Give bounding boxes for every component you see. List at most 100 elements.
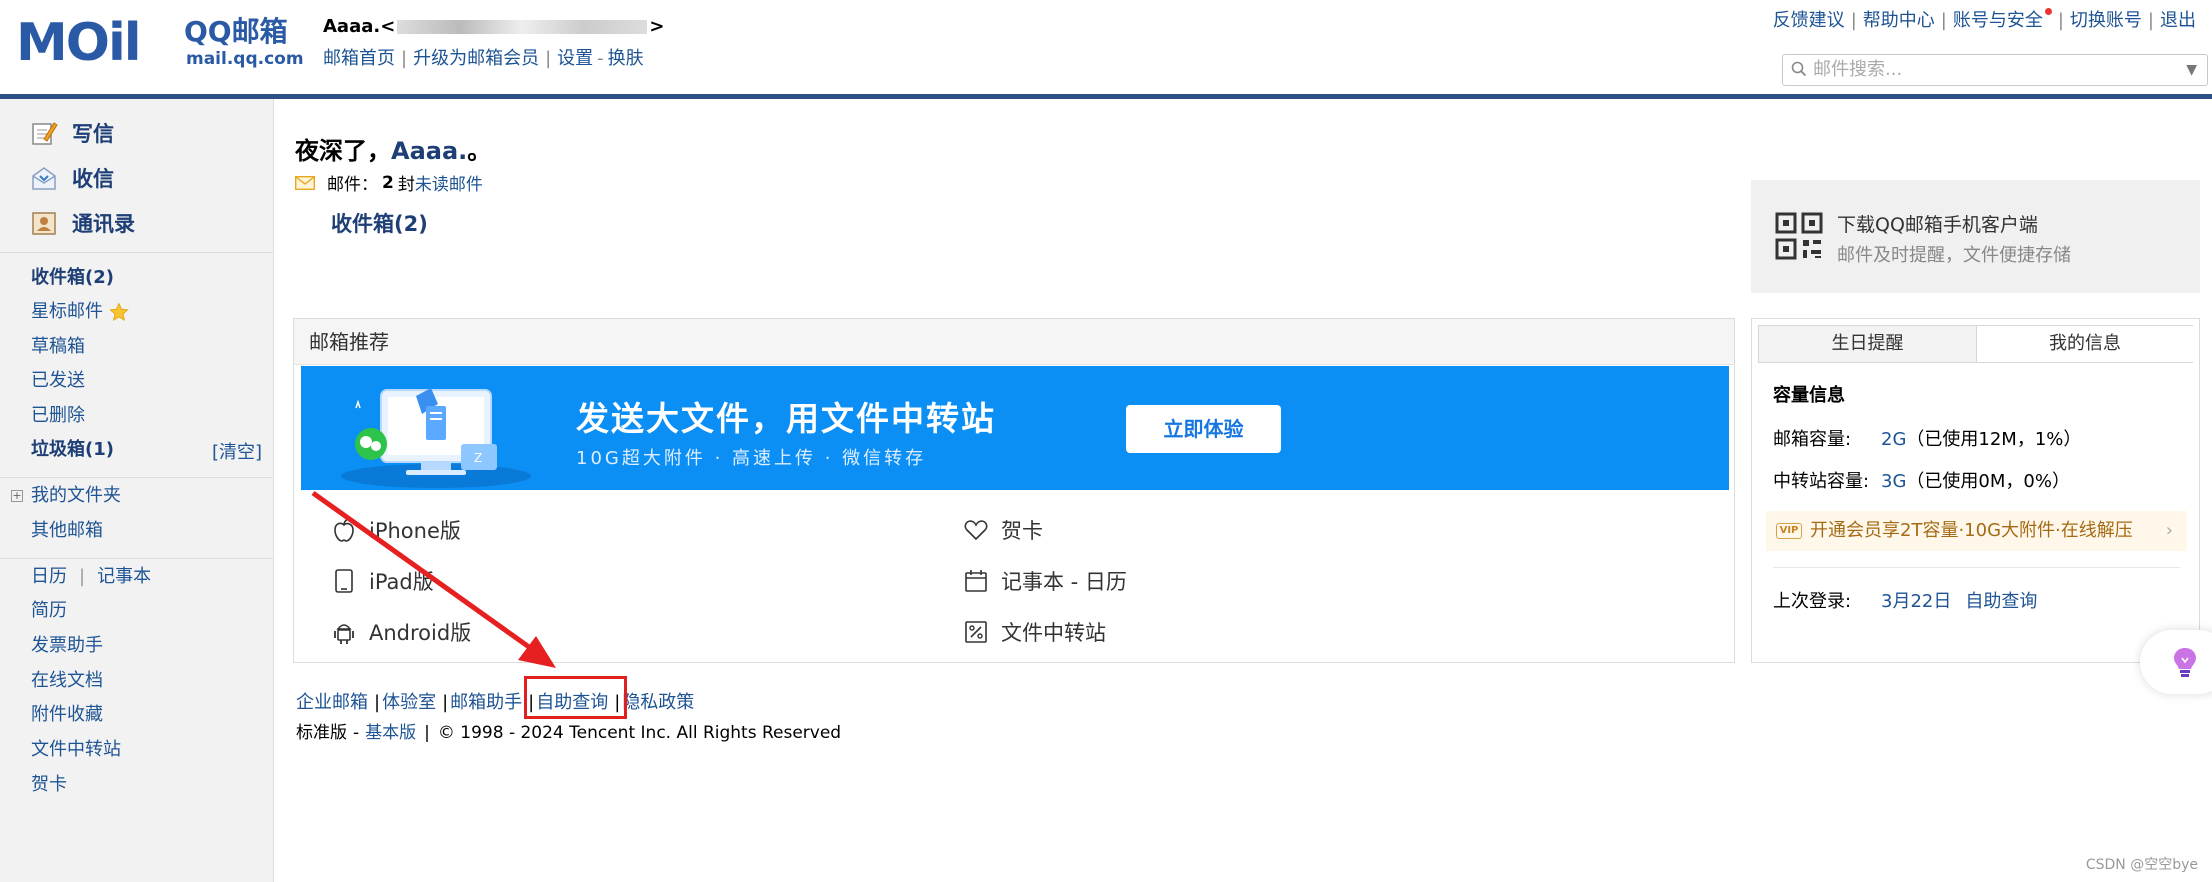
sidebar-item-calendar[interactable]: 日历: [31, 566, 67, 587]
expand-folders-icon[interactable]: +: [11, 490, 23, 502]
app-ipad[interactable]: iPad版: [331, 566, 434, 596]
mail-search-input[interactable]: 邮件搜索... ▼: [1782, 54, 2208, 86]
star-icon: [109, 302, 129, 322]
sidebar-item-notes[interactable]: 记事本: [97, 566, 151, 587]
greeting: 夜深了，Aaaa.。: [295, 131, 491, 166]
file-transfer-banner[interactable]: Z 发送大文件，用文件中转站 10G超大附件 · 高速上传 · 微信转存 立即体…: [301, 366, 1729, 490]
file-transfer-label: 文件中转站: [1001, 621, 1106, 645]
qq-mail-logo[interactable]: MOil QQ邮箱 mail.qq.com: [16, 13, 304, 73]
compose-label: 写信: [72, 122, 114, 146]
compose-button[interactable]: 写信: [30, 116, 114, 150]
mail-count: 2: [382, 172, 394, 193]
app-greeting-card[interactable]: 贺卡: [963, 515, 1043, 545]
unread-summary: 邮件： 2 封未读邮件: [295, 170, 483, 195]
tab-birthday[interactable]: 生日提醒: [1759, 326, 1976, 362]
inbox-icon: [32, 167, 56, 190]
sidebar-item-starred[interactable]: 星标邮件: [31, 300, 129, 324]
user-bracket-close: >: [649, 16, 665, 37]
iphone-label: iPhone版: [369, 519, 461, 543]
mailbox-home-link[interactable]: 邮箱首页: [323, 48, 395, 69]
header-divider: [0, 94, 2212, 99]
self-service-query-link[interactable]: 自助查询: [1965, 591, 2037, 612]
basic-version-link[interactable]: 基本版: [365, 723, 416, 743]
chevron-down-icon[interactable]: ▼: [2186, 55, 2197, 85]
inbox-link[interactable]: 收件箱(2): [331, 208, 428, 238]
user-account: Aaaa.< >: [323, 16, 664, 37]
info-divider: [1773, 567, 2180, 568]
upgrade-member-link[interactable]: 升级为邮箱会员: [413, 48, 539, 69]
help-center-link[interactable]: 帮助中心: [1863, 10, 1935, 31]
clear-spam-link[interactable]: [清空]: [212, 438, 262, 464]
floating-assistant-button[interactable]: [2140, 630, 2212, 694]
last-login-date: 3月22日: [1881, 591, 1952, 612]
sidebar-item-cards[interactable]: 贺卡: [31, 773, 67, 797]
apple-icon: [334, 518, 354, 542]
app-iphone[interactable]: iPhone版: [331, 515, 461, 545]
mail-capacity-label: 邮箱容量:: [1773, 429, 1852, 450]
ipad-label: iPad版: [369, 570, 434, 594]
app-notes-calendar[interactable]: 记事本 - 日历: [963, 566, 1127, 596]
header: MOil QQ邮箱 mail.qq.com Aaaa.< > 邮箱首页 | 升级为邮箱…: [0, 0, 2212, 94]
transfer-capacity-value: 3G: [1881, 471, 1907, 492]
contacts-button[interactable]: 通讯录: [30, 206, 135, 240]
receive-button[interactable]: 收信: [30, 161, 114, 195]
search-icon: [1791, 61, 1807, 77]
calendar-notes-row: 日历 | 记事本: [31, 566, 152, 587]
sidebar-item-drafts[interactable]: 草稿箱: [31, 335, 85, 359]
logo-mail-text: MOil: [16, 13, 142, 73]
account-security-link[interactable]: 账号与安全: [1953, 10, 2043, 31]
transfer-capacity-label: 中转站容量:: [1773, 471, 1870, 492]
blurred-email: [397, 20, 648, 34]
greeting-card-label: 贺卡: [1001, 519, 1043, 543]
change-skin-link[interactable]: 换肤: [608, 48, 644, 69]
mail-unit: 封: [397, 175, 415, 195]
last-login-group: 3月22日 自助查询: [1881, 587, 2037, 613]
feedback-link[interactable]: 反馈建议: [1773, 10, 1845, 31]
mobile-app-promo[interactable]: 下载QQ邮箱手机客户端 邮件及时提醒，文件便捷存储: [1751, 180, 2200, 293]
contacts-icon: [32, 212, 56, 235]
try-now-button[interactable]: 立即体验: [1126, 405, 1281, 453]
footer-privacy[interactable]: 隐私政策: [622, 692, 694, 713]
banner-subtitle: 10G超大附件 · 高速上传 · 微信转存: [576, 448, 927, 469]
footer-copyright-row: 标准版 - 基本版 | © 1998 - 2024 Tencent Inc. All R…: [296, 723, 842, 743]
sidebar-item-online-docs[interactable]: 在线文档: [31, 669, 103, 693]
starred-label: 星标邮件: [31, 301, 103, 322]
vip-upgrade-banner[interactable]: VIP 开通会员享2T容量·10G大附件·在线解压 ›: [1766, 511, 2187, 551]
footer-lab[interactable]: 体验室: [382, 692, 436, 713]
transfer-capacity-used: （已使用0M，0%）: [1906, 471, 2070, 492]
qr-title: 下载QQ邮箱手机客户端: [1837, 214, 2038, 236]
sidebar-item-sent[interactable]: 已发送: [31, 369, 85, 393]
sidebar-item-file-transfer[interactable]: 文件中转站: [31, 738, 121, 762]
mail-capacity-row: 邮箱容量: 2G（已使用12M，1%）: [1773, 425, 2081, 451]
sidebar-item-attachments[interactable]: 附件收藏: [31, 703, 103, 727]
android-label: Android版: [369, 621, 472, 645]
file-transfer-icon: [965, 621, 987, 643]
user-name: Aaaa.: [323, 16, 381, 37]
compose-icon: [32, 122, 58, 145]
app-android[interactable]: Android版: [331, 617, 471, 647]
sidebar-item-inbox[interactable]: 收件箱(2): [31, 266, 114, 290]
sidebar-item-other-mail[interactable]: 其他邮箱: [31, 519, 103, 543]
app-file-transfer[interactable]: 文件中转站: [963, 617, 1106, 647]
sidebar-item-spam[interactable]: 垃圾箱(1): [31, 438, 114, 462]
unread-mail-link[interactable]: 未读邮件: [415, 170, 483, 195]
sidebar-item-deleted[interactable]: 已删除: [31, 404, 85, 428]
last-login-row: 上次登录: 3月22日 自助查询: [1773, 587, 2037, 613]
sidebar-item-resume[interactable]: 简历: [31, 599, 67, 623]
switch-account-link[interactable]: 切换账号: [2070, 10, 2142, 31]
settings-link[interactable]: 设置: [557, 48, 593, 69]
sidebar-item-my-folders[interactable]: 我的文件夹: [31, 484, 121, 508]
watermark: CSDN @空空bye: [2085, 857, 2198, 873]
footer-mail-assistant[interactable]: 邮箱助手: [450, 692, 522, 713]
android-icon: [334, 624, 354, 644]
greeting-prefix: 夜深了，: [295, 137, 391, 165]
sidebar-item-invoice[interactable]: 发票助手: [31, 634, 103, 658]
greeting-suffix: 。: [467, 137, 492, 165]
chevron-right-icon: ›: [2165, 520, 2173, 541]
standard-version-label: 标准版: [296, 723, 347, 743]
tab-my-info[interactable]: 我的信息: [1976, 326, 2193, 362]
footer-enterprise-mail[interactable]: 企业邮箱: [296, 692, 368, 713]
user-bracket-open: <: [380, 16, 396, 37]
logout-link[interactable]: 退出: [2160, 10, 2196, 31]
greeting-name: Aaaa.: [391, 137, 468, 165]
